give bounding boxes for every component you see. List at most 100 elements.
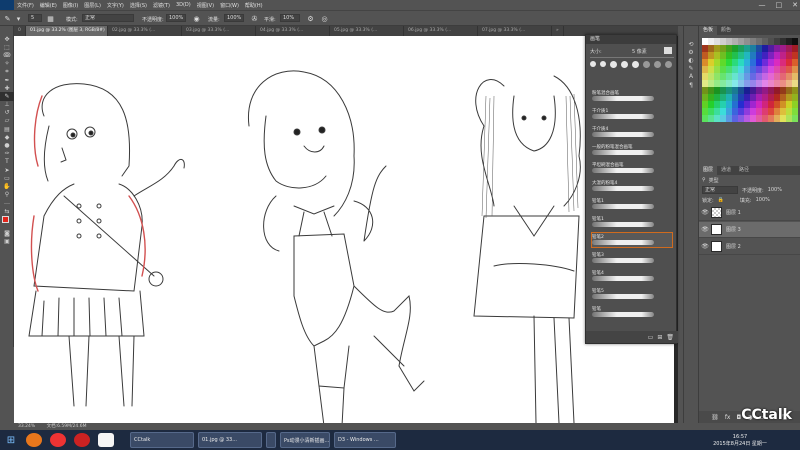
history-icon[interactable]: ⟲: [684, 40, 698, 48]
swatch[interactable]: [702, 87, 708, 94]
swatch[interactable]: [702, 38, 708, 45]
swatch[interactable]: [768, 80, 774, 87]
swatch[interactable]: [780, 73, 786, 80]
tab-item[interactable]: 03.jpg @ 33.3% (...: [182, 26, 256, 36]
swatch[interactable]: [720, 115, 726, 122]
swatch[interactable]: [774, 94, 780, 101]
swatch[interactable]: [774, 108, 780, 115]
airbrush-icon[interactable]: ✇: [250, 14, 259, 23]
app-icon[interactable]: [50, 433, 66, 447]
tab-item[interactable]: 01.jpg @ 33.2% (图层 3, RGB/8#): [26, 26, 108, 36]
swatch[interactable]: [756, 59, 762, 66]
taskbar-task[interactable]: CCtalk: [130, 432, 194, 448]
path-select-tool-icon[interactable]: ➤: [0, 166, 14, 174]
tip-dot-icon[interactable]: [643, 61, 650, 68]
swatch[interactable]: [780, 52, 786, 59]
swatch[interactable]: [792, 38, 798, 45]
brush-preset-item[interactable]: 铅笔3: [592, 251, 672, 265]
swatch[interactable]: [762, 87, 768, 94]
hand-tool-icon[interactable]: ✋: [0, 182, 14, 190]
swatch[interactable]: [762, 66, 768, 73]
swatch[interactable]: [702, 94, 708, 101]
swatch[interactable]: [738, 101, 744, 108]
swatch[interactable]: [714, 73, 720, 80]
swatch[interactable]: [756, 73, 762, 80]
brush-preset-item[interactable]: 铅笔2: [591, 232, 673, 248]
swatch[interactable]: [732, 66, 738, 73]
swatch[interactable]: [762, 80, 768, 87]
eye-icon[interactable]: 👁: [699, 209, 711, 216]
swatch[interactable]: [750, 52, 756, 59]
swatch[interactable]: [738, 87, 744, 94]
swatch[interactable]: [792, 59, 798, 66]
eyedropper-tool-icon[interactable]: ✒: [0, 76, 14, 84]
menu-edit[interactable]: 编辑(E): [37, 2, 60, 9]
tab-item[interactable]: 0: [14, 26, 26, 36]
swatch[interactable]: [792, 73, 798, 80]
swatch[interactable]: [768, 66, 774, 73]
brush-preset-item[interactable]: 平坦刷混合画笔: [592, 161, 672, 175]
swatch[interactable]: [744, 87, 750, 94]
swatch[interactable]: [780, 94, 786, 101]
menu-help[interactable]: 帮助(H): [242, 2, 266, 9]
swatch[interactable]: [762, 59, 768, 66]
color-swatches[interactable]: [0, 215, 13, 229]
folder-icon[interactable]: [98, 433, 114, 447]
swatch[interactable]: [726, 115, 732, 122]
swatch[interactable]: [756, 101, 762, 108]
tip-dot-icon[interactable]: [590, 61, 596, 67]
tab-swatches[interactable]: 色板: [699, 26, 718, 35]
swatch[interactable]: [726, 45, 732, 52]
swatch[interactable]: [762, 115, 768, 122]
new-brush-icon[interactable]: ⊞: [657, 334, 662, 341]
swatch[interactable]: [720, 45, 726, 52]
swatch[interactable]: [714, 87, 720, 94]
swatch[interactable]: [738, 94, 744, 101]
layer-row[interactable]: 👁 图层 2: [699, 239, 800, 255]
swatch[interactable]: [738, 59, 744, 66]
quick-mask-icon[interactable]: ◙: [0, 229, 14, 237]
marquee-tool-icon[interactable]: ⬚: [0, 43, 14, 51]
swatch[interactable]: [774, 38, 780, 45]
swatch[interactable]: [774, 45, 780, 52]
swatch[interactable]: [750, 87, 756, 94]
fill-value[interactable]: 100%: [756, 197, 770, 203]
dodge-tool-icon[interactable]: ●: [0, 141, 14, 149]
swatch[interactable]: [708, 66, 714, 73]
swatch[interactable]: [756, 38, 762, 45]
swatch[interactable]: [702, 115, 708, 122]
brush-settings-icon[interactable]: ✎: [684, 65, 698, 73]
tab-item[interactable]: 04.jpg @ 33.3% (...: [256, 26, 330, 36]
new-preset-icon[interactable]: [664, 47, 672, 54]
swatch[interactable]: [762, 52, 768, 59]
swatch[interactable]: [732, 87, 738, 94]
zoom-tool-icon[interactable]: ⚲: [0, 191, 14, 199]
brush-preset-item[interactable]: 铅笔: [592, 305, 672, 319]
swatch[interactable]: [792, 52, 798, 59]
screen-mode-icon[interactable]: ▣: [0, 237, 14, 245]
swatch[interactable]: [702, 45, 708, 52]
swatch[interactable]: [720, 66, 726, 73]
maximize-button[interactable]: □: [776, 1, 783, 9]
swatch[interactable]: [708, 52, 714, 59]
brush-preset-item[interactable]: 大湿的粉笔4: [592, 179, 672, 193]
taskbar-task[interactable]: D3 - Windows ...: [334, 432, 396, 448]
menu-window[interactable]: 窗口(W): [217, 2, 242, 9]
swatch[interactable]: [744, 101, 750, 108]
brush-size-preview[interactable]: 5: [28, 14, 42, 22]
swatch[interactable]: [780, 45, 786, 52]
swatch[interactable]: [744, 52, 750, 59]
brush-tool-icon[interactable]: ✎: [0, 92, 14, 101]
swatch[interactable]: [756, 66, 762, 73]
swatch[interactable]: [768, 108, 774, 115]
clone-stamp-icon[interactable]: ⊥: [0, 101, 14, 109]
tab-item[interactable]: 07.jpg @ 33.3% (...: [478, 26, 552, 36]
brush-preset-item[interactable]: 干介质4: [592, 125, 672, 139]
swatch[interactable]: [720, 59, 726, 66]
swatch[interactable]: [738, 66, 744, 73]
swatch[interactable]: [762, 73, 768, 80]
swatch[interactable]: [750, 66, 756, 73]
swatch[interactable]: [720, 108, 726, 115]
more-tools-icon[interactable]: …: [0, 199, 14, 207]
swatch[interactable]: [786, 66, 792, 73]
